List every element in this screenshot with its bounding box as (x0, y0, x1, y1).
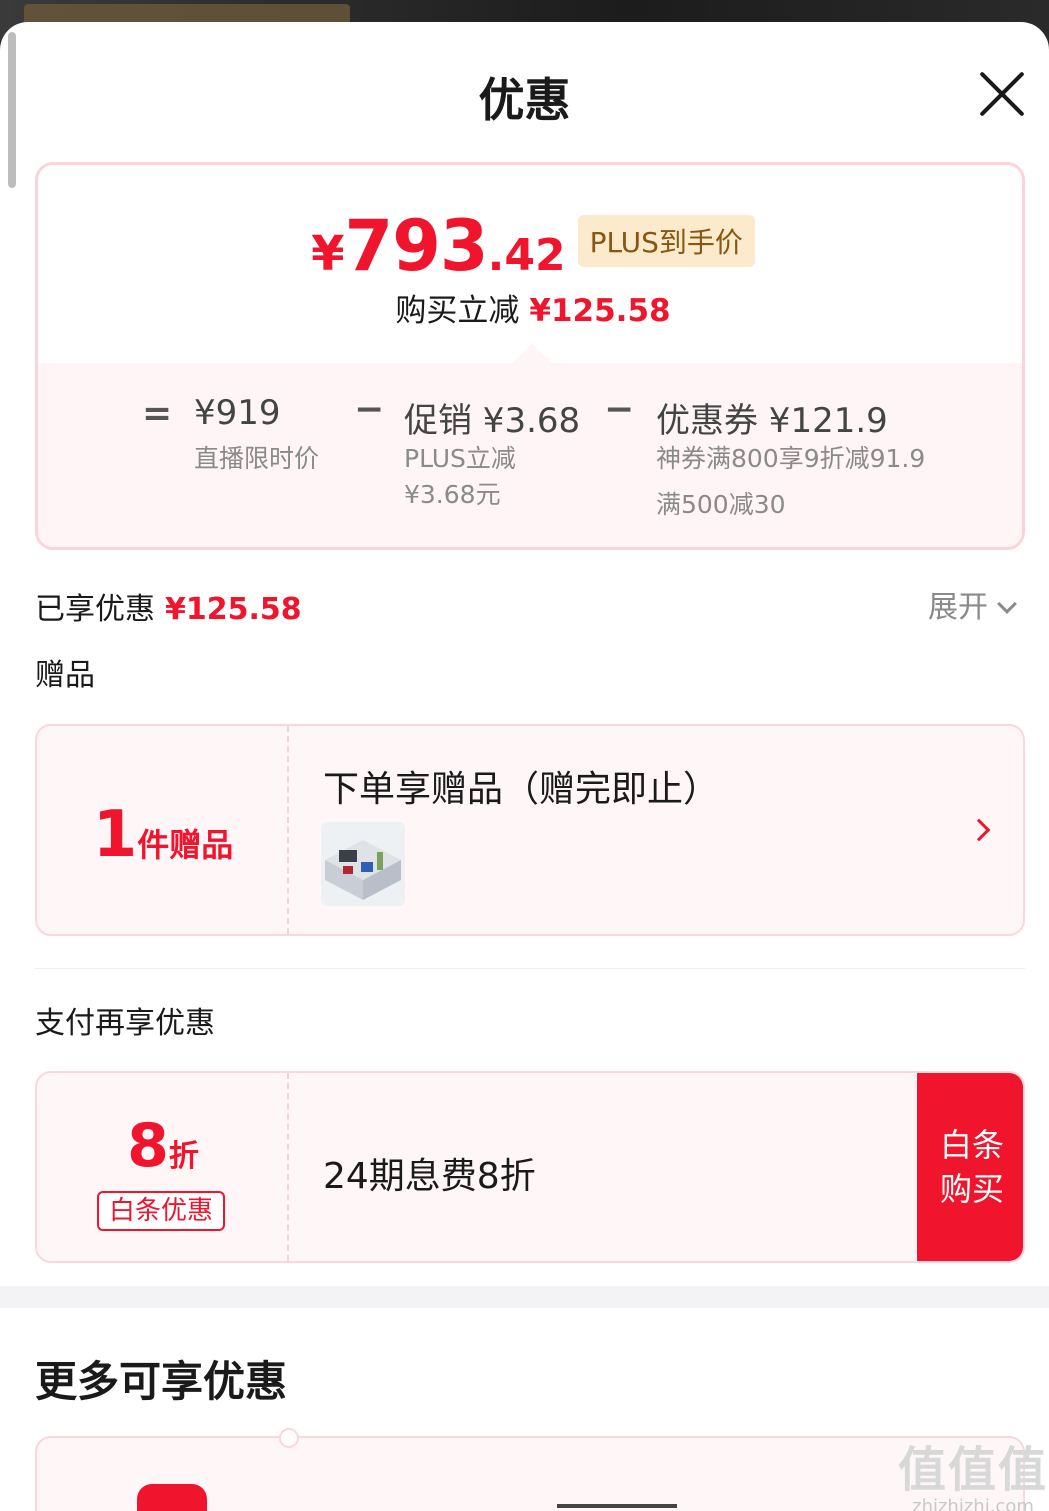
gift-card[interactable]: 1件赠品 下单享赠品（赠完即止） (35, 724, 1025, 936)
section-gap (0, 1286, 1049, 1308)
price-integer: 793 (344, 205, 488, 287)
gift-count: 1件赠品 (37, 798, 289, 872)
enjoyed-discount: 已享优惠 ¥125.58 (35, 584, 302, 628)
coupon-detail-2: 满500减30 (656, 490, 786, 519)
gift-section-label: 赠品 (35, 658, 95, 693)
divider (35, 968, 1025, 969)
buy-button-line1: 白条 (939, 1126, 1004, 1164)
equals-sign: = (142, 393, 173, 434)
price-decimal: .42 (487, 230, 566, 281)
promo-detail: PLUS立减 (404, 444, 516, 473)
minus-sign-2: − (604, 389, 635, 430)
gift-thumbnail[interactable] (321, 822, 405, 906)
enjoyed-value: ¥125.58 (165, 592, 302, 627)
base-price: ¥919 (194, 393, 281, 433)
base-price-label: 直播限时价 (194, 444, 320, 473)
discount-unit: 折 (168, 1139, 199, 1174)
coupon-detail-1: 神券满800享9折减91.9 (656, 444, 926, 473)
payment-discount-card: 8折 白条优惠 24期息费8折 白条 购买 (35, 1071, 1025, 1263)
baitiao-discount-tag: 白条优惠 (97, 1191, 225, 1231)
expand-label: 展开 (928, 590, 988, 625)
payment-section-label: 支付再享优惠 (35, 1006, 215, 1041)
promo-detail-amount: ¥3.68元 (404, 480, 501, 509)
gift-room-image (321, 822, 405, 906)
gift-count-number: 1 (92, 798, 138, 872)
offer-tag-partial (557, 1504, 677, 1508)
payment-discount-panel: 8折 白条优惠 (37, 1073, 289, 1261)
buy-button-line2: 购买 (939, 1170, 1004, 1208)
reduction-label: 购买立减 (395, 293, 520, 329)
chevron-right-icon (967, 818, 991, 842)
promo-amount: 促销 ¥3.68 (404, 401, 581, 441)
expand-button[interactable]: 展开 (928, 582, 1017, 626)
plus-price-badge: PLUS到手价 (577, 215, 755, 267)
price-summary-card: ¥793.42 PLUS到手价 购买立减 ¥125.58 = ¥919 直播限时价 … (35, 162, 1025, 550)
offer-value-partial (137, 1484, 207, 1511)
price-currency: ¥ (311, 226, 345, 282)
coupon-amount: 优惠券 ¥121.9 (656, 401, 888, 441)
more-offers-title: 更多可享优惠 (35, 1357, 288, 1406)
watermark-url: zhizhizhi.com (912, 1496, 1034, 1511)
ticket-cutout (279, 1428, 299, 1448)
minus-sign-1: − (354, 389, 385, 430)
sheet-title: 优惠 (478, 73, 571, 127)
price-breakdown: = ¥919 直播限时价 − 促销 ¥3.68 PLUS立减 ¥3.68元 − … (38, 343, 1022, 547)
final-price: ¥793.42 PLUS到手价 (38, 205, 1022, 287)
payment-discount-text: 24期息费8折 (323, 1156, 536, 1197)
watermark: 值值值 zhizhizhi.com (898, 1430, 1048, 1511)
purchase-reduction: 购买立减 ¥125.58 (38, 285, 1022, 330)
gift-title: 下单享赠品（赠完即止） (323, 769, 720, 810)
breakdown-notch (512, 343, 552, 383)
more-offer-card[interactable] (35, 1428, 1025, 1511)
watermark-logo: 值值值 (898, 1442, 1049, 1498)
enjoyed-label: 已享优惠 (35, 592, 155, 627)
reduction-value: ¥125.58 (529, 293, 671, 329)
payment-discount: 8折 (37, 1111, 289, 1181)
close-icon[interactable] (974, 66, 1030, 122)
discount-number: 8 (127, 1111, 169, 1181)
baitiao-buy-button[interactable]: 白条 购买 (917, 1073, 1023, 1261)
gift-count-panel: 1件赠品 (37, 726, 289, 934)
chevron-down-icon (997, 594, 1017, 614)
gift-count-unit: 件赠品 (137, 826, 234, 864)
